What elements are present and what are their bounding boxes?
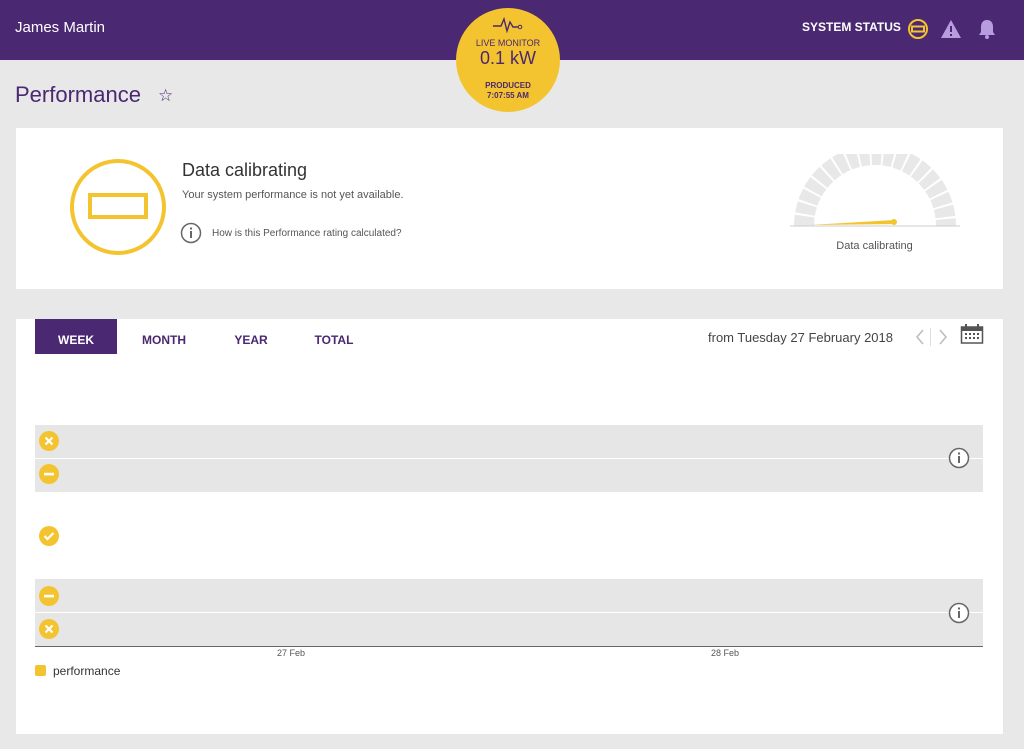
minus-icon — [39, 464, 59, 484]
band-divider — [35, 612, 983, 613]
tab-week[interactable]: WEEK — [35, 319, 117, 354]
produced-time: 7:07:55 AM — [487, 91, 529, 100]
bell-icon[interactable] — [975, 17, 999, 41]
info-icon[interactable] — [180, 222, 202, 244]
warning-icon[interactable] — [939, 17, 963, 41]
minus-icon — [39, 586, 59, 606]
system-status-label[interactable]: SYSTEM STATUS — [802, 20, 901, 34]
check-icon — [39, 526, 59, 546]
error-icon — [39, 619, 59, 639]
user-name[interactable]: James Martin — [15, 19, 105, 36]
chevron-right-icon[interactable] — [937, 327, 949, 347]
info-icon[interactable] — [948, 447, 970, 469]
legend-label: performance — [53, 664, 121, 678]
calibration-subtitle: Your system performance is not yet avail… — [182, 189, 404, 201]
performance-chart-card: WEEK MONTH YEAR TOTAL from Tuesday 27 Fe… — [16, 319, 1003, 734]
live-monitor[interactable]: LIVE MONITOR 0.1 kW PRODUCED 7:07:55 AM — [456, 8, 560, 112]
produced-label: PRODUCED — [485, 81, 531, 90]
tab-month[interactable]: MONTH — [126, 319, 202, 354]
gauge-label: Data calibrating — [836, 240, 913, 252]
live-monitor-label: LIVE MONITOR — [475, 38, 541, 48]
date-range: from Tuesday 27 February 2018 — [708, 330, 893, 345]
x-axis — [35, 646, 983, 647]
chevron-left-icon[interactable] — [914, 327, 926, 347]
tab-total[interactable]: TOTAL — [300, 319, 368, 354]
live-monitor-value: 0.1 kW — [479, 48, 536, 68]
x-tick-label: 28 Feb — [711, 648, 740, 658]
favorite-star-icon[interactable]: ☆ — [158, 86, 173, 106]
x-tick-label: 27 Feb — [277, 648, 306, 658]
calendar-icon[interactable] — [960, 323, 984, 345]
calibrating-status-icon — [70, 159, 166, 255]
legend-swatch — [35, 665, 46, 676]
status-minus-icon[interactable] — [906, 17, 930, 41]
pulse-icon — [493, 16, 523, 34]
calibration-card: Data calibrating Your system performance… — [16, 128, 1003, 289]
calibration-title: Data calibrating — [182, 160, 308, 180]
performance-gauge — [790, 154, 960, 227]
error-icon — [39, 431, 59, 451]
page-title: Performance — [15, 82, 141, 107]
band-divider — [35, 458, 983, 459]
info-icon[interactable] — [948, 602, 970, 624]
nav-divider — [930, 328, 931, 346]
tab-year[interactable]: YEAR — [216, 319, 286, 354]
rating-info-link[interactable]: How is this Performance rating calculate… — [212, 228, 402, 239]
